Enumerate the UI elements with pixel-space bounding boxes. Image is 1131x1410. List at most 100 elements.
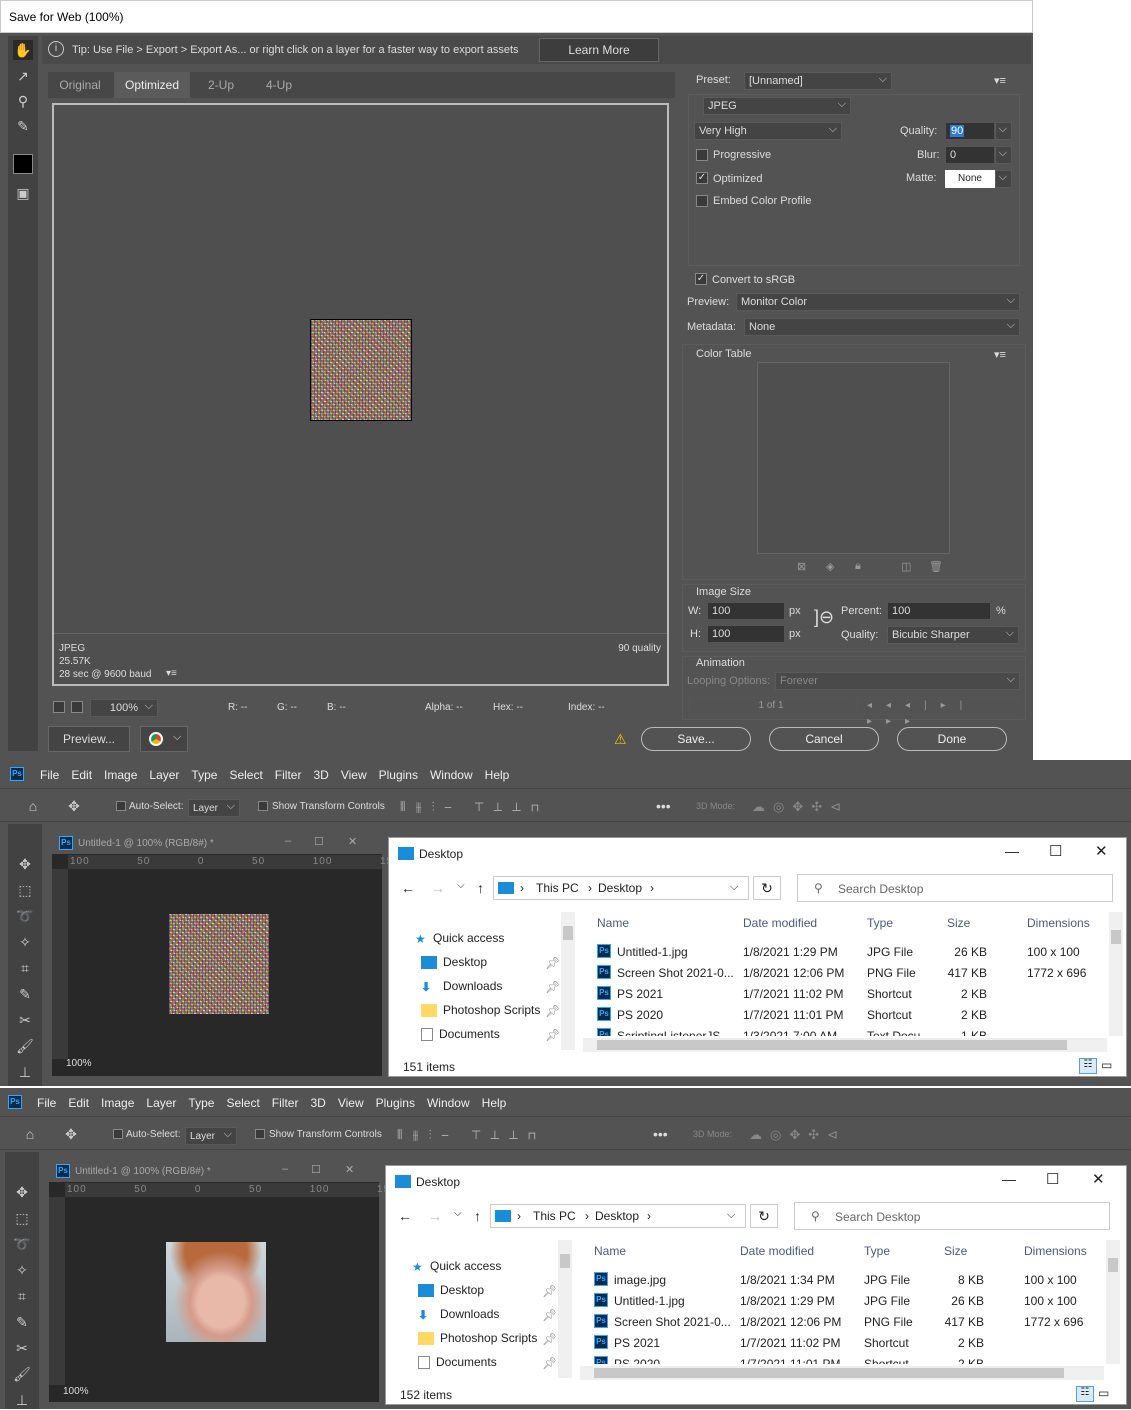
doc-close-icon[interactable]: ✕ [348,835,357,848]
menu-item[interactable]: Image [101,1096,134,1110]
col-name[interactable]: Name [594,1244,626,1258]
address-bar[interactable]: › This PC › Desktop › ⌵ [490,1204,746,1228]
doc-min-icon[interactable]: – [282,1163,288,1175]
menu-item[interactable]: Filter [275,768,302,782]
recent-icon[interactable]: ⌵ [454,1208,462,1219]
menu-item[interactable]: Select [229,768,262,782]
color-table-menu-icon[interactable]: ▾≡ [994,348,1006,361]
menu-item[interactable]: Layer [146,1096,176,1110]
percent-input[interactable]: 100 [887,602,991,620]
hand-tool-icon[interactable]: ✋ [13,40,33,60]
width-input[interactable]: 100 [707,602,785,620]
magic-wand-icon[interactable]: ✧ [15,932,35,952]
lasso-icon[interactable]: ➰ [12,1234,32,1254]
search-input[interactable]: ⚲ Search Desktop [797,874,1113,902]
details-view-icon[interactable]: ☷ [1079,1058,1097,1074]
nav-downloads[interactable]: ⬇ Downloads [418,1307,499,1322]
tiles-view-icon[interactable]: ▭ [1101,1058,1112,1072]
col-type[interactable]: Type [867,916,893,930]
nav-photoshop-scripts[interactable]: Photoshop Scripts [421,1003,540,1018]
toggle-slices-icon[interactable]: ▣ [13,183,33,203]
table-row[interactable]: Ps Untitled-1.jpg 1/8/2021 1:29 PM JPG File… [586,1291,1106,1312]
move-icon[interactable]: ✥ [15,854,35,874]
browser-select[interactable]: ⌵ [140,726,188,752]
quality-level-select[interactable]: Very High [694,122,842,140]
color-swatch[interactable] [13,154,33,174]
menu-item[interactable]: Window [427,1096,470,1110]
optimized-checkbox[interactable]: ✓ [696,172,708,184]
crop-icon[interactable]: ⌗ [15,958,35,978]
zoom-in-button[interactable] [71,701,83,713]
menu-item[interactable]: Type [188,1096,214,1110]
forward-icon[interactable]: → [431,880,445,896]
preview-button[interactable]: Preview... [48,726,130,752]
tiles-view-icon[interactable]: ▭ [1098,1386,1109,1400]
menu-item[interactable]: Window [430,768,473,782]
healing-icon[interactable]: ✂ [15,1010,35,1030]
zoom-icon[interactable]: ⚲ [13,91,33,111]
show-transform-checkbox[interactable] [255,1129,265,1139]
close-icon[interactable]: ✕ [1092,1170,1105,1188]
tab-optimized[interactable]: Optimized [114,72,190,98]
lock-color-icon[interactable]: 🔒︎ [855,560,861,573]
menu-item[interactable]: View [338,1096,364,1110]
marquee-icon[interactable]: ⬚ [15,880,35,900]
maximize-icon[interactable]: ☐ [1049,842,1062,860]
menu-item[interactable]: Edit [68,1096,89,1110]
3d-icons[interactable]: ☁◎✥✣⊲ [752,799,849,815]
layer-select[interactable]: Layer [185,1127,237,1145]
layer-select[interactable]: Layer [188,799,240,817]
details-view-icon[interactable]: ☷ [1076,1386,1094,1402]
menu-item[interactable]: File [37,1096,56,1110]
home-icon[interactable]: ⌂ [23,796,43,816]
eyedropper-tool-icon[interactable]: ✎ [12,1312,32,1332]
map-transparent-icon[interactable]: ⊠ [797,560,806,573]
zoom-out-button[interactable] [53,701,65,713]
eyedropper-icon[interactable]: ✎ [13,116,33,136]
auto-select-checkbox[interactable] [116,801,126,811]
col-size[interactable]: Size [944,1244,967,1258]
forward-icon[interactable]: → [428,1208,442,1224]
nav-quick-access[interactable]: ★ Quick access [415,931,504,946]
preset-menu-icon[interactable]: ▾≡ [994,74,1006,87]
col-dimensions[interactable]: Dimensions [1027,916,1090,930]
list-hscroll[interactable] [580,1366,1104,1380]
menu-item[interactable]: View [341,768,367,782]
stamp-icon[interactable]: ⊥ [15,1062,35,1082]
table-row[interactable]: Ps ScriptingListenerJS... 1/3/2021 7:00 AM… [589,1026,1109,1036]
move-tool-icon[interactable]: ✥ [64,796,84,816]
resample-select[interactable]: Bicubic Sharper [887,626,1019,644]
home-icon[interactable]: ⌂ [20,1124,40,1144]
tab-original[interactable]: Original [48,72,112,98]
nav-desktop[interactable]: Desktop [418,1283,484,1298]
show-transform-checkbox[interactable] [258,801,268,811]
list-hscroll[interactable] [583,1038,1107,1052]
nav-quick-access[interactable]: ★ Quick access [412,1259,501,1274]
table-row[interactable]: Ps PS 2021 1/7/2021 11:02 PM Shortcut 2 KB [589,984,1109,1005]
crumb-this-pc[interactable]: This PC [533,1209,576,1223]
matte-stepper[interactable] [995,170,1012,188]
align-icons[interactable]: ⫴⫵⫶⎯ ⊤⊥⊥⊓ [400,799,549,815]
info-menu-icon[interactable]: ▾≡ [166,668,177,679]
table-row[interactable]: Ps image.jpg 1/8/2021 1:34 PM JPG File 8 KB 1… [586,1270,1106,1291]
col-name[interactable]: Name [597,916,629,930]
menu-item[interactable]: Select [226,1096,259,1110]
healing-icon[interactable]: ✂ [12,1338,32,1358]
table-row[interactable]: Ps PS 2020 1/7/2021 11:01 PM Shortcut 2 KB [589,1005,1109,1026]
preset-select[interactable]: [Unnamed] [744,72,892,90]
convert-srgb-checkbox[interactable]: ✓ [695,273,707,285]
move-tool-icon[interactable]: ✥ [61,1124,81,1144]
minimize-icon[interactable]: — [1002,1171,1016,1187]
magic-wand-icon[interactable]: ✧ [12,1260,32,1280]
zoom-select[interactable]: 100% [90,699,158,717]
refresh-button[interactable]: ↻ [753,876,781,900]
done-button[interactable]: Done [897,727,1007,751]
new-color-icon[interactable]: ◫ [901,560,911,573]
nav-documents[interactable]: Documents [421,1027,500,1042]
doc-max-icon[interactable]: ☐ [311,1163,321,1176]
col-size[interactable]: Size [947,916,970,930]
crumb-desktop[interactable]: Desktop [595,1209,639,1223]
nav-scrollbar[interactable] [561,912,575,1050]
address-dropdown-icon[interactable]: ⌵ [730,881,738,894]
learn-more-button[interactable]: Learn More [539,38,659,62]
